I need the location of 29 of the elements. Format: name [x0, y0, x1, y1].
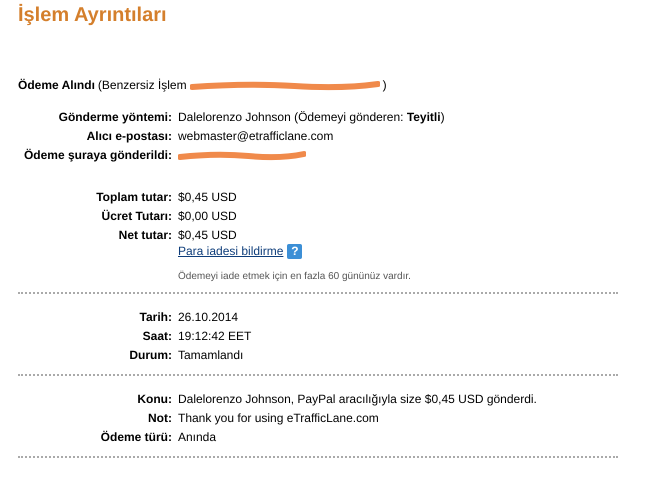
- field-label: Ödeme şuraya gönderildi:: [22, 148, 172, 162]
- closing-parenthesis: ): [382, 78, 387, 92]
- field-value: $0,00 USD: [178, 208, 237, 222]
- refund-link[interactable]: Para iadesi bildirme: [178, 244, 284, 258]
- field-label: Ücret Tutarı:: [100, 208, 172, 222]
- field-label: Not:: [147, 410, 172, 424]
- payment-status-label: Ödeme Alındı: [18, 78, 95, 92]
- transaction-id-text: (Benzersiz İşlem: [98, 78, 187, 92]
- field-value: Tamamlandı: [178, 348, 244, 362]
- field-value: webmaster@etrafficlane.com: [178, 128, 334, 142]
- field-value: Anında: [178, 430, 216, 444]
- field-value: Dalelorenzo Johnson (Ödemeyi gönderen: Teyitli): [178, 110, 445, 124]
- field-value: $0,45 USD: [178, 228, 237, 242]
- field-label: Saat:: [142, 328, 172, 342]
- field-value: Thank you for using eTrafficLane.com: [178, 410, 379, 424]
- field-value: Dalelorenzo Johnson, PayPal aracılığıyla size $0,45 USD gönderdi.: [178, 392, 537, 406]
- page-title: İşlem Ayrıntıları: [18, 4, 168, 28]
- field-label: Net tutar:: [118, 228, 172, 242]
- field-label: Alıcı e-postası:: [86, 128, 172, 142]
- field-label: Ödeme türü:: [100, 430, 172, 444]
- field-label: Durum:: [128, 348, 172, 362]
- field-label: Konu:: [136, 392, 172, 406]
- field-label: Toplam tutar:: [95, 190, 172, 204]
- field-value: 19:12:42 EET: [178, 328, 252, 342]
- field-label: Tarih:: [138, 310, 172, 324]
- field-value: $0,45 USD: [178, 190, 237, 204]
- field-value: 26.10.2014: [178, 310, 238, 324]
- field-label: Gönderme yöntemi:: [58, 110, 172, 124]
- refund-note: Ödemeyi iade etmek için en fazla 60 gününüz vardır.: [178, 271, 411, 282]
